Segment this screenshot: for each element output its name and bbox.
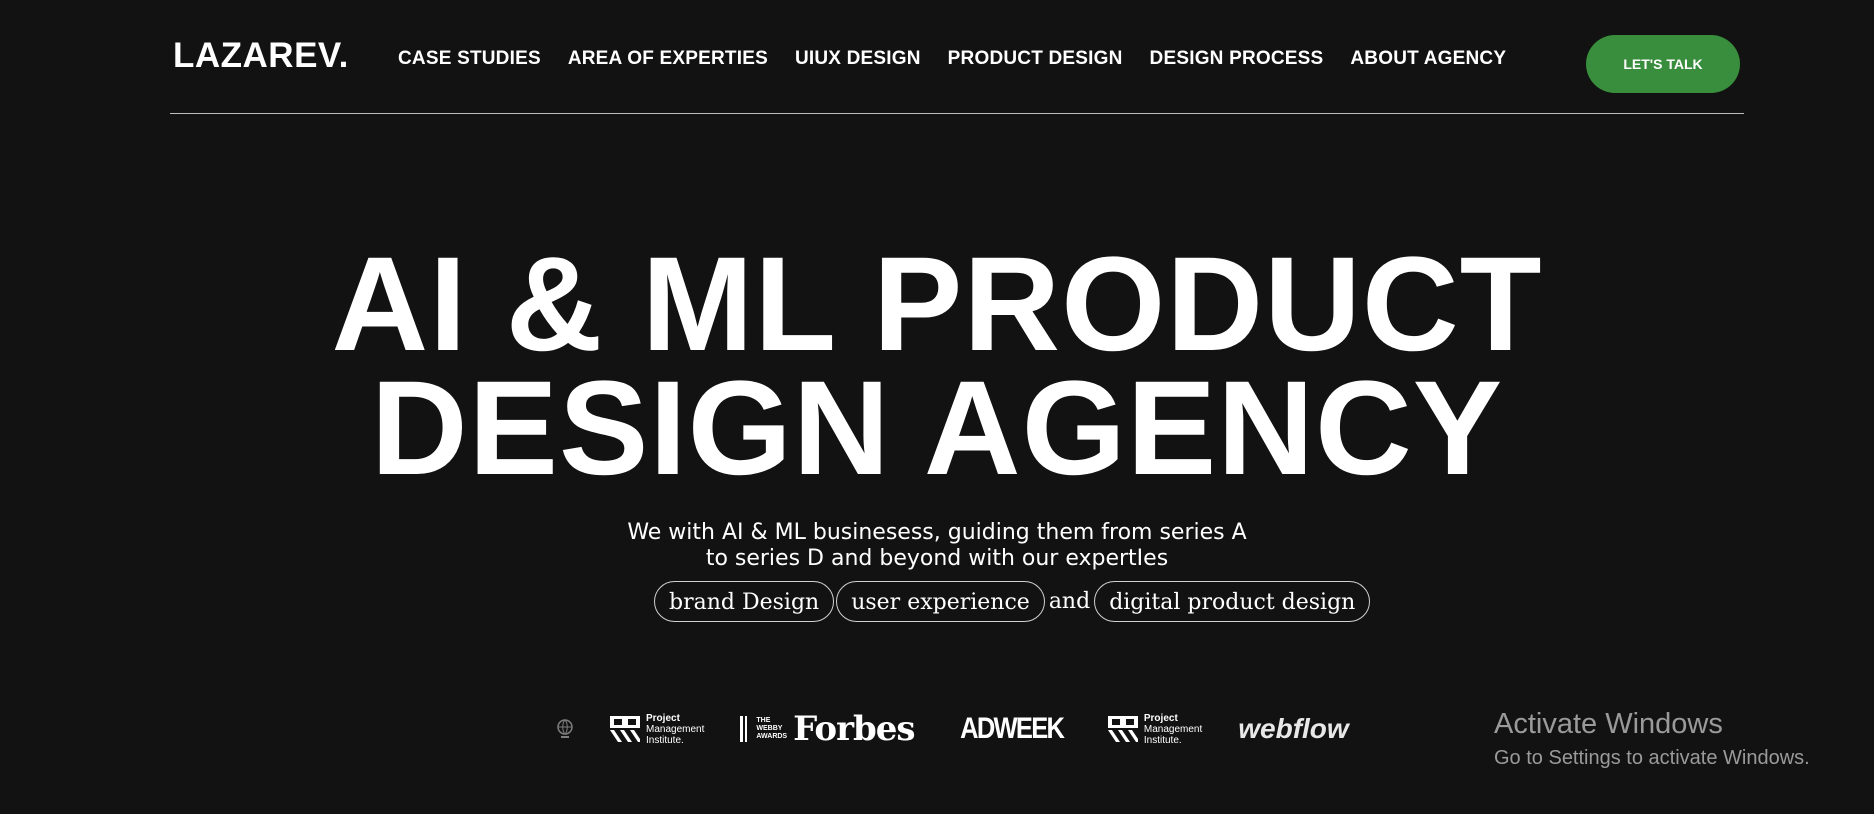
hero-title-line-1: AI & ML PRODUCT (331, 230, 1543, 379)
pmi-icon (1107, 716, 1138, 742)
logo-forbes: Forbes (793, 709, 915, 749)
pill-user-experience[interactable]: user experience (836, 581, 1045, 622)
watermark-subtitle: Go to Settings to activate Windows. (1494, 747, 1810, 769)
site-header: LAZAREV. CASE STUDIES AREA OF EXPERTIES … (170, 0, 1744, 114)
nav-design-process[interactable]: DESIGN PROCESS (1150, 48, 1324, 70)
logo-webflow: webflow (1238, 713, 1349, 744)
lets-talk-button[interactable]: LET'S TALK (1586, 35, 1740, 93)
pmi-line-1: Project (646, 712, 680, 724)
watermark-title: Activate Windows (1494, 708, 1723, 740)
logo-webby-forbes: THE WEBBY AWARDS Forbes (740, 709, 916, 749)
nav-area-of-experties[interactable]: AREA OF EXPERTIES (568, 48, 768, 70)
logo-pmi-2: Project Management Institute. (1107, 712, 1203, 746)
pmi-line-3: Institute. (646, 734, 684, 746)
pmi-2-line-1: Project (1143, 712, 1178, 724)
client-logos-strip: Project Management Institute. THE WEBBY … (556, 706, 1378, 752)
webby-icon (740, 716, 748, 742)
pill-brand-design[interactable]: brand Design (654, 581, 835, 622)
pmi-2-line-3: Institute. (1143, 734, 1182, 746)
expertise-pills: brand Design user experience and digital… (654, 581, 1371, 622)
nav-case-studies[interactable]: CASE STUDIES (398, 48, 541, 70)
hero-title-line-2: DESIGN AGENCY (370, 354, 1504, 503)
webby-line-1: THE (756, 717, 771, 724)
nav-uiux-design[interactable]: UIUX DESIGN (795, 48, 921, 70)
logo-adweek: ADWEEK (959, 712, 1065, 745)
pmi-line-2: Management (646, 723, 705, 735)
main-nav: CASE STUDIES AREA OF EXPERTIES UIUX DESI… (398, 48, 1506, 70)
hero-subtitle-line-2: to series D and beyond with our expertIe… (705, 546, 1169, 571)
hero-subtitle: We with AI & ML businesess, guiding them… (0, 520, 1874, 572)
pmi-2-line-2: Management (1143, 723, 1203, 735)
site-logo[interactable]: LAZAREV. (173, 36, 349, 76)
logo-globe-icon (556, 719, 574, 739)
pill-digital-product-design[interactable]: digital product design (1094, 581, 1371, 622)
hero-title: AI & ML PRODUCT DESIGN AGENCY (0, 230, 1874, 503)
pmi-icon (610, 716, 640, 742)
webby-line-3: AWARDS (756, 733, 788, 740)
globe-icon (557, 719, 573, 738)
nav-about-agency[interactable]: ABOUT AGENCY (1350, 48, 1506, 70)
nav-product-design[interactable]: PRODUCT DESIGN (948, 48, 1123, 70)
logo-pmi: Project Management Institute. (610, 713, 704, 746)
pill-and-text: and (1048, 589, 1091, 614)
webby-line-2: WEBBY (756, 725, 783, 732)
windows-activation-watermark: Activate Windows Go to Settings to activ… (1494, 708, 1810, 770)
hero-subtitle-line-1: We with AI & ML businesess, guiding them… (627, 520, 1247, 545)
